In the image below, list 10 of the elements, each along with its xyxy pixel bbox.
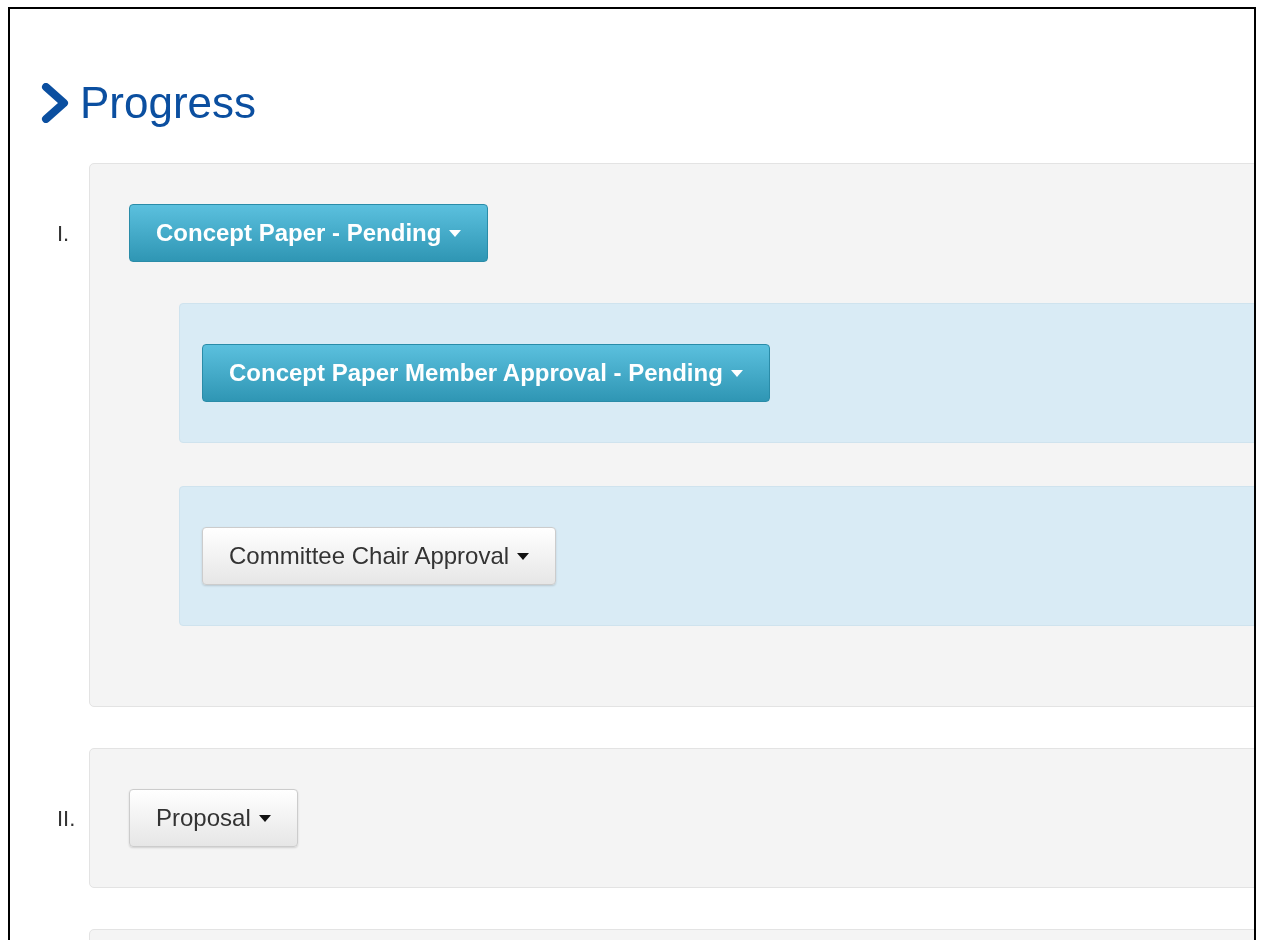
dropdown-button[interactable]: Committee Chair Approval (202, 527, 557, 585)
chevron-icon (40, 83, 70, 123)
list-numeral: I. (56, 221, 71, 247)
list-numeral: II. (56, 806, 77, 832)
caret-icon (449, 229, 462, 237)
caret-icon (258, 814, 271, 822)
caret-icon (517, 552, 530, 560)
dropdown-button[interactable]: Proposal (129, 789, 298, 847)
page-title: Progress (80, 77, 257, 129)
caret-icon (730, 369, 743, 377)
